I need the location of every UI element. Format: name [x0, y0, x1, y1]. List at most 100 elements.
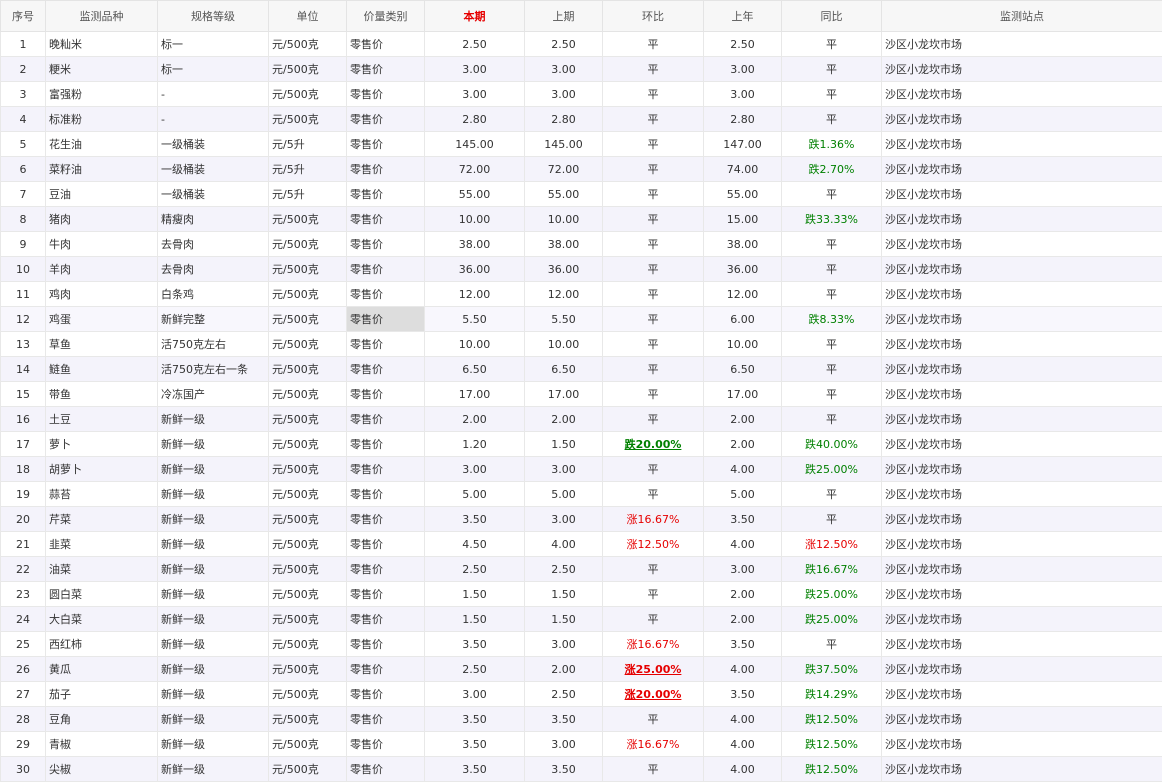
header-lastyear[interactable]: 上年	[704, 1, 782, 32]
header-type[interactable]: 价量类别	[347, 1, 425, 32]
table-row[interactable]: 5花生油一级桶装元/5升零售价145.00145.00平147.00跌1.36%…	[1, 132, 1162, 157]
cell-name: 豆角	[46, 707, 158, 732]
table-row[interactable]: 1晚籼米标一元/500克零售价2.502.50平2.50平沙区小龙坎市场	[1, 32, 1162, 57]
table-row[interactable]: 4标准粉-元/500克零售价2.802.80平2.80平沙区小龙坎市场	[1, 107, 1162, 132]
cell-unit: 元/500克	[269, 732, 347, 757]
cell-previous: 38.00	[525, 232, 603, 257]
cell-yoy: 平	[782, 257, 882, 282]
cell-previous: 3.00	[525, 632, 603, 657]
table-row[interactable]: 29青椒新鲜一级元/500克零售价3.503.00涨16.67%4.00跌12.…	[1, 732, 1162, 757]
table-row[interactable]: 25西红柿新鲜一级元/500克零售价3.503.00涨16.67%3.50平沙区…	[1, 632, 1162, 657]
table-row[interactable]: 11鸡肉白条鸡元/500克零售价12.0012.00平12.00平沙区小龙坎市场	[1, 282, 1162, 307]
cell-unit: 元/500克	[269, 532, 347, 557]
cell-no: 22	[1, 557, 46, 582]
table-row[interactable]: 10羊肉去骨肉元/500克零售价36.0036.00平36.00平沙区小龙坎市场	[1, 257, 1162, 282]
header-site[interactable]: 监测站点	[882, 1, 1162, 32]
cell-spec: 新鲜完整	[158, 307, 269, 332]
cell-current: 3.50	[425, 707, 525, 732]
table-row[interactable]: 26黄瓜新鲜一级元/500克零售价2.502.00涨25.00%4.00跌37.…	[1, 657, 1162, 682]
cell-current: 2.80	[425, 107, 525, 132]
table-row[interactable]: 20芹菜新鲜一级元/500克零售价3.503.00涨16.67%3.50平沙区小…	[1, 507, 1162, 532]
cell-lastyear: 4.00	[704, 657, 782, 682]
table-row[interactable]: 27茄子新鲜一级元/500克零售价3.002.50涨20.00%3.50跌14.…	[1, 682, 1162, 707]
cell-previous: 1.50	[525, 582, 603, 607]
cell-previous: 145.00	[525, 132, 603, 157]
cell-previous: 6.50	[525, 357, 603, 382]
cell-previous: 1.50	[525, 607, 603, 632]
cell-spec: 活750克左右	[158, 332, 269, 357]
cell-unit: 元/5升	[269, 182, 347, 207]
cell-unit: 元/500克	[269, 457, 347, 482]
cell-site: 沙区小龙坎市场	[882, 57, 1162, 82]
cell-yoy: 平	[782, 382, 882, 407]
cell-yoy: 平	[782, 57, 882, 82]
cell-no: 23	[1, 582, 46, 607]
header-unit[interactable]: 单位	[269, 1, 347, 32]
table-row[interactable]: 2粳米标一元/500克零售价3.003.00平3.00平沙区小龙坎市场	[1, 57, 1162, 82]
cell-spec: 新鲜一级	[158, 432, 269, 457]
table-row[interactable]: 15带鱼冷冻国产元/500克零售价17.0017.00平17.00平沙区小龙坎市…	[1, 382, 1162, 407]
cell-mom: 平	[603, 557, 704, 582]
table-row[interactable]: 6菜籽油一级桶装元/5升零售价72.0072.00平74.00跌2.70%沙区小…	[1, 157, 1162, 182]
header-mom[interactable]: 环比	[603, 1, 704, 32]
table-row[interactable]: 19蒜苔新鲜一级元/500克零售价5.005.00平5.00平沙区小龙坎市场	[1, 482, 1162, 507]
table-row[interactable]: 21韭菜新鲜一级元/500克零售价4.504.00涨12.50%4.00涨12.…	[1, 532, 1162, 557]
table-row[interactable]: 18胡萝卜新鲜一级元/500克零售价3.003.00平4.00跌25.00%沙区…	[1, 457, 1162, 482]
cell-name: 猪肉	[46, 207, 158, 232]
cell-yoy: 平	[782, 82, 882, 107]
cell-unit: 元/500克	[269, 632, 347, 657]
price-monitor-table: 序号 监测品种 规格等级 单位 价量类别 本期 上期 环比 上年 同比 监测站点…	[0, 0, 1162, 782]
cell-spec: 新鲜一级	[158, 532, 269, 557]
cell-yoy: 跌2.70%	[782, 157, 882, 182]
header-previous[interactable]: 上期	[525, 1, 603, 32]
header-name[interactable]: 监测品种	[46, 1, 158, 32]
cell-lastyear: 2.80	[704, 107, 782, 132]
table-row[interactable]: 22油菜新鲜一级元/500克零售价2.502.50平3.00跌16.67%沙区小…	[1, 557, 1162, 582]
table-row[interactable]: 12鸡蛋新鲜完整元/500克零售价5.505.50平6.00跌8.33%沙区小龙…	[1, 307, 1162, 332]
cell-spec: 新鲜一级	[158, 407, 269, 432]
table-row[interactable]: 23圆白菜新鲜一级元/500克零售价1.501.50平2.00跌25.00%沙区…	[1, 582, 1162, 607]
cell-site: 沙区小龙坎市场	[882, 557, 1162, 582]
cell-site: 沙区小龙坎市场	[882, 182, 1162, 207]
cell-name: 豆油	[46, 182, 158, 207]
cell-spec: -	[158, 107, 269, 132]
cell-type: 零售价	[347, 32, 425, 57]
cell-site: 沙区小龙坎市场	[882, 382, 1162, 407]
cell-no: 30	[1, 757, 46, 782]
table-row[interactable]: 13草鱼活750克左右元/500克零售价10.0010.00平10.00平沙区小…	[1, 332, 1162, 357]
cell-spec: 去骨肉	[158, 257, 269, 282]
cell-site: 沙区小龙坎市场	[882, 132, 1162, 157]
cell-unit: 元/500克	[269, 307, 347, 332]
cell-spec: 新鲜一级	[158, 632, 269, 657]
table-row[interactable]: 30尖椒新鲜一级元/500克零售价3.503.50平4.00跌12.50%沙区小…	[1, 757, 1162, 782]
cell-yoy: 平	[782, 632, 882, 657]
cell-lastyear: 6.50	[704, 357, 782, 382]
cell-yoy: 平	[782, 332, 882, 357]
cell-spec: -	[158, 82, 269, 107]
header-yoy[interactable]: 同比	[782, 1, 882, 32]
table-row[interactable]: 7豆油一级桶装元/5升零售价55.0055.00平55.00平沙区小龙坎市场	[1, 182, 1162, 207]
header-no[interactable]: 序号	[1, 1, 46, 32]
cell-yoy: 平	[782, 232, 882, 257]
cell-mom: 平	[603, 182, 704, 207]
cell-unit: 元/500克	[269, 682, 347, 707]
cell-current: 2.50	[425, 32, 525, 57]
table-body: 1晚籼米标一元/500克零售价2.502.50平2.50平沙区小龙坎市场2粳米标…	[1, 32, 1162, 782]
header-spec[interactable]: 规格等级	[158, 1, 269, 32]
cell-name: 大白菜	[46, 607, 158, 632]
cell-current: 38.00	[425, 232, 525, 257]
header-current[interactable]: 本期	[425, 1, 525, 32]
cell-no: 14	[1, 357, 46, 382]
table-row[interactable]: 24大白菜新鲜一级元/500克零售价1.501.50平2.00跌25.00%沙区…	[1, 607, 1162, 632]
cell-unit: 元/500克	[269, 557, 347, 582]
table-row[interactable]: 17萝卜新鲜一级元/500克零售价1.201.50跌20.00%2.00跌40.…	[1, 432, 1162, 457]
table-row[interactable]: 16土豆新鲜一级元/500克零售价2.002.00平2.00平沙区小龙坎市场	[1, 407, 1162, 432]
table-row[interactable]: 8猪肉精瘦肉元/500克零售价10.0010.00平15.00跌33.33%沙区…	[1, 207, 1162, 232]
cell-current: 3.50	[425, 507, 525, 532]
table-row[interactable]: 9牛肉去骨肉元/500克零售价38.0038.00平38.00平沙区小龙坎市场	[1, 232, 1162, 257]
table-row[interactable]: 3富强粉-元/500克零售价3.003.00平3.00平沙区小龙坎市场	[1, 82, 1162, 107]
cell-current: 36.00	[425, 257, 525, 282]
cell-site: 沙区小龙坎市场	[882, 507, 1162, 532]
table-row[interactable]: 28豆角新鲜一级元/500克零售价3.503.50平4.00跌12.50%沙区小…	[1, 707, 1162, 732]
table-row[interactable]: 14鲢鱼活750克左右一条元/500克零售价6.506.50平6.50平沙区小龙…	[1, 357, 1162, 382]
